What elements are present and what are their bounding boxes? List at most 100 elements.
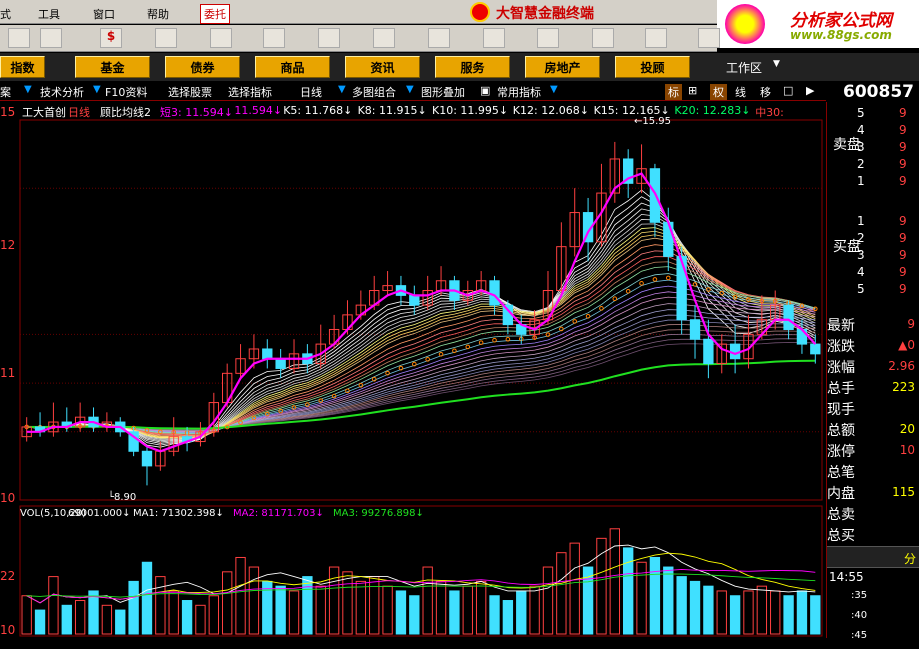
logo-url: www.88gs.com (790, 28, 892, 42)
volume-bar (181, 600, 193, 635)
menu-style[interactable]: 式 (0, 6, 11, 22)
ma30-dot (612, 296, 618, 302)
lock-icon[interactable]: ▣ (480, 84, 490, 97)
dropdown-arrow-icon[interactable]: ▼ (550, 84, 558, 95)
quote-value: 20 (899, 422, 915, 436)
btn-line[interactable]: 线 (735, 84, 746, 100)
dropdown-arrow-icon[interactable]: ▼ (406, 84, 414, 95)
volume-bar (609, 528, 620, 635)
volume-bar (409, 595, 420, 635)
sub-case[interactable]: 案 (0, 84, 11, 100)
nav-news[interactable]: 资讯 (345, 56, 420, 78)
bell-icon[interactable] (318, 28, 340, 48)
sell-price: 9 (899, 106, 907, 120)
sub-multi-chart[interactable]: 多图组合 (352, 84, 396, 100)
window-icon[interactable] (645, 28, 667, 48)
candle-body (729, 343, 741, 360)
volume-bar (88, 590, 99, 635)
question-icon[interactable] (373, 28, 395, 48)
sub-daily[interactable]: 日线 (300, 84, 322, 100)
volume-bars (21, 528, 821, 635)
candle-body (676, 255, 687, 321)
sell-level: 1 (857, 174, 865, 188)
time-label: 14:55 (829, 570, 864, 584)
blue-logo-icon[interactable] (537, 28, 559, 48)
volume-label: MA2: 81171.703↓ (233, 508, 324, 519)
buy-price: 9 (899, 265, 907, 279)
red-logo-icon[interactable] (483, 28, 505, 48)
volume-bar (155, 576, 166, 635)
binoculars-icon[interactable] (263, 28, 285, 48)
ma-band-line (26, 261, 816, 435)
volume-bar (489, 595, 500, 635)
ma-value-0: 短3: 11.594↓ (160, 106, 233, 119)
y-axis-label: 12 (0, 238, 15, 252)
volume-bar (262, 580, 273, 635)
volume-bar (676, 576, 687, 635)
quote-label: 总买 (827, 528, 855, 544)
dropdown-arrow-icon[interactable]: ▼ (93, 84, 101, 95)
price-frame (19, 119, 823, 501)
sell-level: 2 (857, 157, 865, 171)
crosshair-icon[interactable]: ⊞ (688, 84, 697, 97)
btn-mark[interactable]: 标 (665, 84, 682, 100)
ma30-dot (625, 288, 631, 294)
buy-level: 1 (857, 214, 865, 228)
pencil-icon[interactable] (8, 28, 30, 48)
dropdown-arrow-icon[interactable]: ▼ (338, 84, 346, 95)
price-chart[interactable]: 15121110←15.95└8.90VOL(5,10,20)69001.000… (0, 102, 826, 638)
volume-bar (542, 566, 554, 635)
volume-bar (569, 542, 580, 635)
diamond-icon[interactable] (428, 28, 450, 48)
dropdown-arrow-icon[interactable]: ▼ (24, 84, 32, 95)
ma-band-line (26, 338, 816, 430)
sub-f10[interactable]: F10资料 (105, 84, 147, 100)
nav-bond[interactable]: 债券 (165, 56, 240, 78)
quote-value: 2.96 (888, 359, 915, 373)
volume-bar (288, 590, 300, 635)
menu-help[interactable]: 帮助 (147, 6, 169, 22)
btn-right[interactable]: 权 (710, 84, 727, 100)
candle-body (141, 450, 153, 467)
nav-commodity[interactable]: 商品 (255, 56, 330, 78)
sub-select-stock[interactable]: 选择股票 (168, 84, 212, 100)
bar-chart-icon[interactable] (210, 28, 232, 48)
btn-move[interactable]: 移 (760, 84, 771, 100)
volume-label: 69001.000↓ (68, 508, 130, 519)
volume-bar (315, 585, 326, 635)
menu-window[interactable]: 窗口 (93, 6, 115, 22)
stock-name: 工大首创 (22, 106, 66, 119)
volume-bar (783, 595, 794, 635)
nav-service[interactable]: 服务 (435, 56, 510, 78)
workspace-label[interactable]: 工作区 (726, 59, 762, 76)
candle-body (409, 294, 420, 306)
chevron-down-icon[interactable]: ▼ (773, 59, 780, 69)
sub-select-indicator[interactable]: 选择指标 (228, 84, 272, 100)
nav-realestate[interactable]: 房地产 (525, 56, 600, 78)
square-icon[interactable]: □ (783, 84, 793, 97)
candle-body (663, 221, 674, 257)
ruler-icon[interactable] (40, 28, 62, 48)
nav-fund[interactable]: 基金 (75, 56, 150, 78)
menu-trade[interactable]: 委托 (200, 4, 230, 24)
dollar-icon[interactable]: $ (100, 28, 122, 48)
volume-bar (449, 590, 460, 635)
quote-label: 涨跌 (827, 339, 855, 355)
traffic-light-icon[interactable] (155, 28, 177, 48)
play-icon[interactable]: ▶ (806, 84, 814, 97)
printer-icon[interactable] (592, 28, 614, 48)
sub-common-indicator[interactable]: 常用指标 (497, 84, 541, 100)
candle-body (689, 319, 701, 340)
time-tick: :35 (851, 590, 868, 601)
quote-label: 总额 (827, 423, 855, 439)
menu-tools[interactable]: 工具 (38, 6, 60, 22)
chart-icon[interactable] (698, 28, 720, 48)
nav-advisor[interactable]: 投顾 (615, 56, 690, 78)
sub-tech-analysis[interactable]: 技术分析 (40, 84, 84, 100)
volume-bar (502, 600, 514, 635)
volume-bar (101, 604, 113, 635)
ma30-dot (652, 277, 658, 282)
quote-value: ▲0 (898, 338, 915, 352)
nav-index[interactable]: 指数 (0, 56, 45, 78)
sub-overlay[interactable]: 图形叠加 (421, 84, 465, 100)
